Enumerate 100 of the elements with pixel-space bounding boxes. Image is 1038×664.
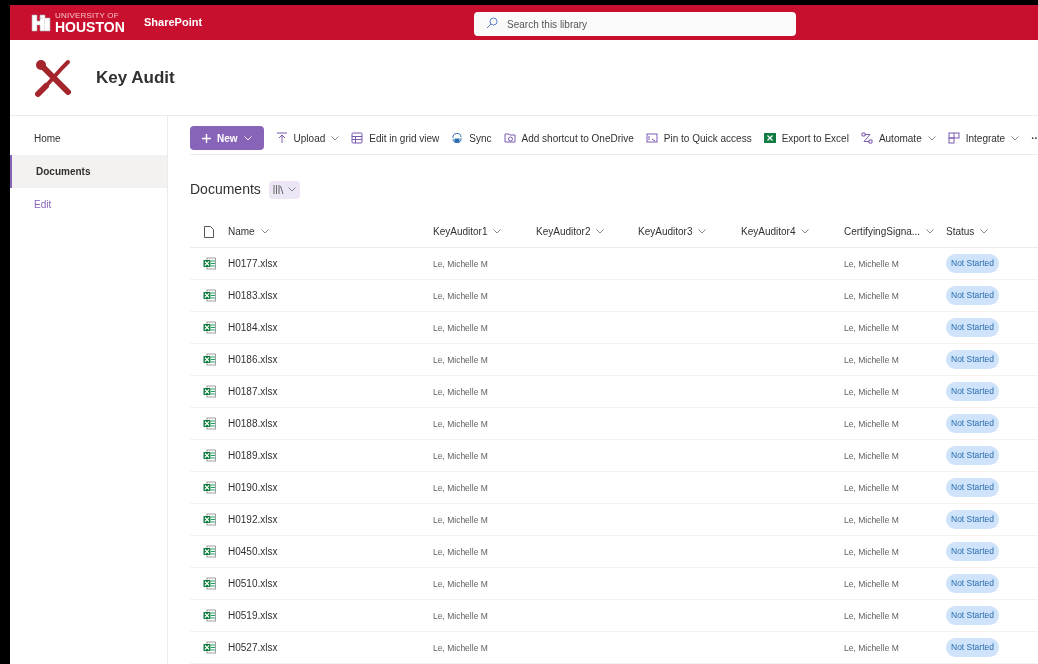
- status-badge: Not Started: [946, 510, 999, 529]
- toolbar-button[interactable]: Integrate: [947, 130, 1020, 146]
- chevron-down-icon: [698, 229, 707, 234]
- view-switcher-button[interactable]: [268, 180, 300, 199]
- logo-bottom-text: HOUSTON: [55, 19, 125, 34]
- integrate-icon: [947, 132, 960, 144]
- table-cell: Le, Michelle M: [433, 323, 488, 333]
- flow-icon: [860, 132, 873, 144]
- status-badge: Not Started: [946, 414, 999, 433]
- more-button[interactable]: ··: [1031, 130, 1038, 146]
- status-badge: Not Started: [946, 574, 999, 593]
- spreadsheet-file-icon: [202, 257, 216, 270]
- chevron-down-icon: [243, 135, 252, 141]
- column-header[interactable]: KeyAuditor4: [741, 224, 810, 239]
- table-cell: Le, Michelle M: [844, 259, 899, 269]
- file-name-link[interactable]: H0183.xlsx: [228, 290, 278, 301]
- file-name-link[interactable]: H0527.xlsx: [228, 642, 278, 653]
- file-name-link[interactable]: H0184.xlsx: [228, 322, 278, 333]
- search-field[interactable]: Search this library: [474, 12, 797, 36]
- status-badge: Not Started: [946, 446, 999, 465]
- edit-link[interactable]: Edit: [10, 188, 167, 221]
- grid-icon: [351, 132, 364, 144]
- table-cell: Le, Michelle M: [844, 419, 899, 429]
- table-cell: Le, Michelle M: [844, 323, 899, 333]
- table-cell: Le, Michelle M: [433, 291, 488, 301]
- status-badge: Not Started: [946, 638, 999, 657]
- column-header[interactable]: KeyAuditor2: [536, 224, 605, 239]
- status-badge: Not Started: [946, 542, 999, 561]
- spreadsheet-file-icon: [202, 321, 216, 334]
- table-cell: Le, Michelle M: [844, 291, 899, 301]
- file-name-link[interactable]: H0510.xlsx: [228, 578, 278, 589]
- table-cell: Le, Michelle M: [844, 643, 899, 653]
- table-cell: Le, Michelle M: [844, 451, 899, 461]
- table-cell: Le, Michelle M: [844, 483, 899, 493]
- spreadsheet-file-icon: [202, 545, 216, 558]
- table-cell: Le, Michelle M: [844, 355, 899, 365]
- toolbar-button[interactable]: Export to Excel: [763, 130, 849, 146]
- spreadsheet-file-icon: [202, 289, 216, 302]
- file-name-link[interactable]: H0450.xlsx: [228, 546, 278, 557]
- spreadsheet-file-icon: [202, 609, 216, 622]
- file-name-link[interactable]: H0519.xlsx: [228, 610, 278, 621]
- nav-item[interactable]: Documents: [10, 155, 167, 188]
- column-header[interactable]: Name: [228, 224, 269, 239]
- file-name-link[interactable]: H0192.xlsx: [228, 514, 278, 525]
- spreadsheet-file-icon: [202, 417, 216, 430]
- table-cell: Le, Michelle M: [433, 643, 488, 653]
- spreadsheet-file-icon: [202, 577, 216, 590]
- status-badge: Not Started: [946, 286, 999, 305]
- chevron-down-icon: [331, 135, 340, 141]
- chevron-down-icon: [927, 135, 936, 141]
- status-badge: Not Started: [946, 478, 999, 497]
- table-cell: Le, Michelle M: [433, 387, 488, 397]
- tools-icon: [34, 57, 74, 98]
- file-name-link[interactable]: H0190.xlsx: [228, 482, 278, 493]
- toolbar-button[interactable]: Pin to Quick access: [645, 130, 752, 146]
- file-name-link[interactable]: H0177.xlsx: [228, 258, 278, 269]
- spreadsheet-file-icon: [202, 449, 216, 462]
- table-cell: Le, Michelle M: [433, 355, 488, 365]
- table-cell: Le, Michelle M: [433, 483, 488, 493]
- chevron-down-icon: [926, 229, 935, 234]
- logo-top-text: UNIVERSITY OF: [55, 11, 120, 20]
- logo-mark-icon: [31, 12, 51, 33]
- library-title: Documents: [190, 180, 261, 199]
- pin-icon: [645, 132, 658, 144]
- table-cell: Le, Michelle M: [433, 451, 488, 461]
- spreadsheet-file-icon: [202, 481, 216, 494]
- column-header[interactable]: KeyAuditor3: [638, 224, 707, 239]
- toolbar-button[interactable]: Edit in grid view: [351, 130, 440, 146]
- plus-icon: [202, 133, 211, 143]
- table-cell: Le, Michelle M: [844, 579, 899, 589]
- upload-icon: [275, 132, 288, 144]
- file-name-link[interactable]: H0188.xlsx: [228, 418, 278, 429]
- new-button[interactable]: New: [190, 126, 264, 150]
- excel-icon: [763, 132, 776, 144]
- chevron-down-icon: [493, 229, 502, 234]
- chevron-down-icon: [1011, 135, 1020, 141]
- status-badge: Not Started: [946, 350, 999, 369]
- app-name[interactable]: SharePoint: [144, 14, 203, 31]
- table-cell: Le, Michelle M: [844, 547, 899, 557]
- chevron-down-icon: [801, 229, 810, 234]
- status-badge: Not Started: [946, 606, 999, 625]
- table-cell: Le, Michelle M: [844, 611, 899, 621]
- site-title: Key Audit: [96, 66, 175, 89]
- table-cell: Le, Michelle M: [433, 419, 488, 429]
- nav-item[interactable]: Home: [10, 122, 167, 155]
- toolbar-button[interactable]: Automate: [860, 130, 936, 146]
- toolbar-button[interactable]: Sync: [451, 130, 492, 146]
- university-logo[interactable]: UNIVERSITY OF HOUSTON: [31, 11, 134, 34]
- chevron-down-icon: [980, 229, 989, 234]
- column-header[interactable]: Status: [946, 224, 989, 239]
- folder-icon: [503, 132, 516, 144]
- toolbar-button[interactable]: Upload: [275, 130, 340, 146]
- column-header[interactable]: KeyAuditor1: [433, 224, 502, 239]
- toolbar-button[interactable]: Add shortcut to OneDrive: [503, 130, 634, 146]
- spreadsheet-file-icon: [202, 353, 216, 366]
- column-header[interactable]: CertifyingSigna...: [844, 224, 935, 239]
- chevron-down-icon: [596, 229, 605, 234]
- file-name-link[interactable]: H0186.xlsx: [228, 354, 278, 365]
- file-name-link[interactable]: H0187.xlsx: [228, 386, 278, 397]
- file-name-link[interactable]: H0189.xlsx: [228, 450, 278, 461]
